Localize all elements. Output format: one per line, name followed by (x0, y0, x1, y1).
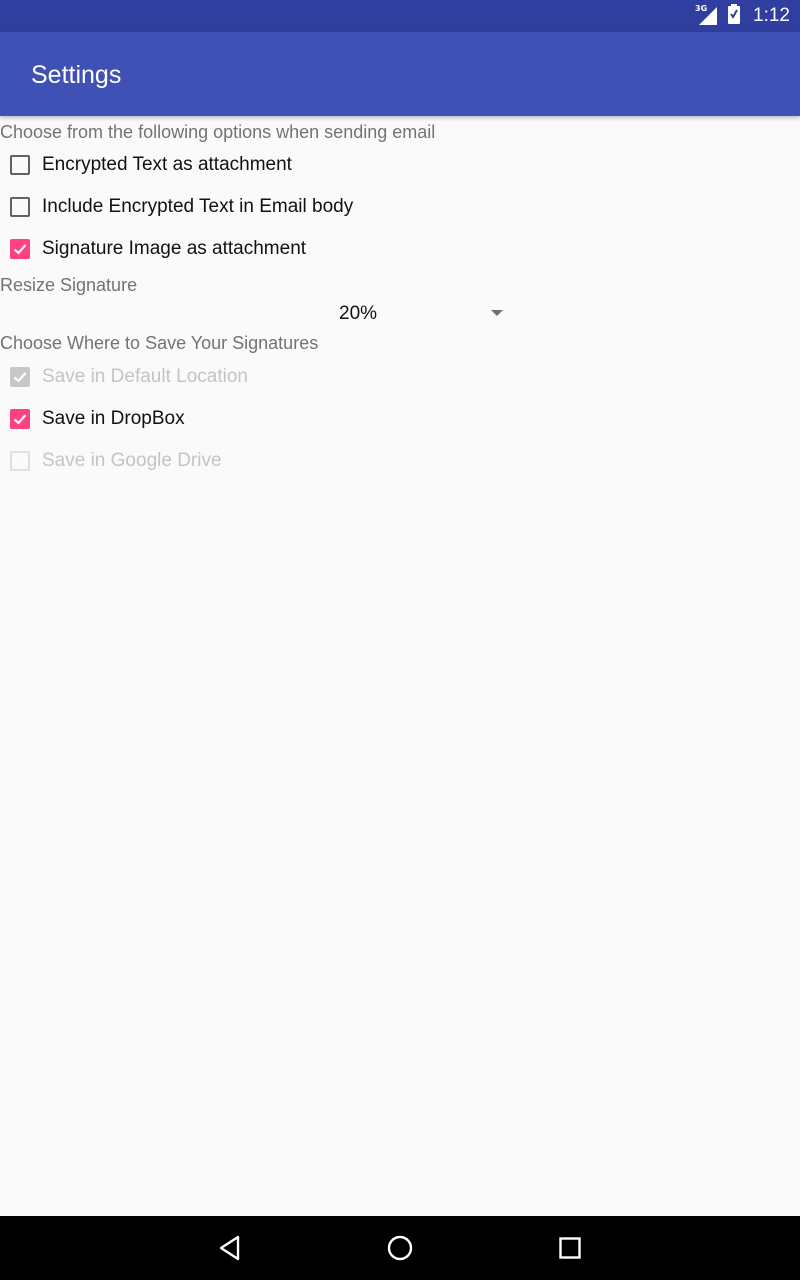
checkbox-encrypted-in-body[interactable]: Include Encrypted Text in Email body (8, 192, 353, 222)
email-options-label: Choose from the following options when s… (0, 122, 436, 142)
status-icons: 3G 1:12 (695, 0, 790, 32)
checkbox-box[interactable] (10, 197, 30, 217)
resize-selected-value: 20% (339, 303, 378, 324)
network-type-label: 3G (695, 4, 708, 13)
check-icon (13, 414, 27, 425)
checkbox-encrypted-attachment[interactable]: Encrypted Text as attachment (8, 150, 292, 180)
checkbox-label: Save in DropBox (42, 408, 185, 429)
recents-icon[interactable] (550, 1228, 590, 1268)
resize-signature-label: Resize Signature (0, 275, 138, 295)
checkbox-save-google-drive[interactable]: Save in Google Drive (8, 446, 222, 476)
checkbox-label: Include Encrypted Text in Email body (42, 196, 354, 217)
checkbox-box[interactable] (10, 367, 30, 387)
check-icon (13, 244, 27, 255)
check-icon (13, 372, 27, 383)
checkbox-box[interactable] (10, 239, 30, 259)
app-bar: Settings (0, 32, 800, 116)
signal-icon: 3G (695, 4, 719, 26)
checkbox-box[interactable] (10, 155, 30, 175)
checkbox-label: Save in Default Location (42, 366, 248, 387)
battery-icon (727, 3, 741, 29)
checkbox-label: Signature Image as attachment (42, 238, 307, 259)
page-title: Settings (31, 61, 122, 89)
back-icon[interactable] (210, 1228, 250, 1268)
dropdown-arrow-icon (491, 310, 503, 316)
checkbox-label: Encrypted Text as attachment (42, 154, 292, 175)
navigation-bar (0, 1216, 800, 1280)
status-time: 1:12 (753, 5, 790, 26)
resize-spinner[interactable]: 20% (339, 298, 509, 330)
home-icon[interactable] (380, 1228, 420, 1268)
checkbox-box[interactable] (10, 451, 30, 471)
checkbox-save-default[interactable]: Save in Default Location (8, 362, 248, 392)
checkbox-box[interactable] (10, 409, 30, 429)
checkbox-label: Save in Google Drive (42, 450, 222, 471)
checkbox-signature-attachment[interactable]: Signature Image as attachment (8, 234, 306, 264)
checkbox-save-dropbox[interactable]: Save in DropBox (8, 404, 185, 434)
status-bar: 3G 1:12 (0, 0, 800, 32)
save-location-label: Choose Where to Save Your Signatures (0, 333, 319, 353)
